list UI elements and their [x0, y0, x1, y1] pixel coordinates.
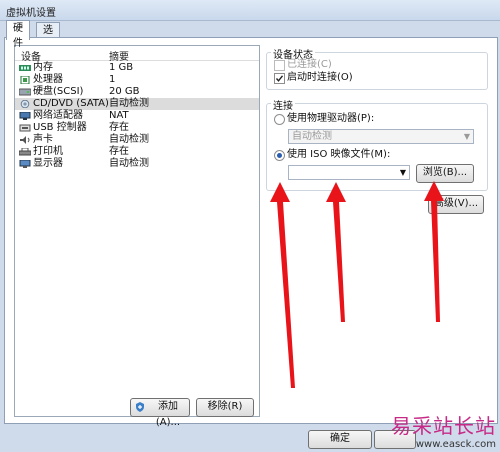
- watermark: 易采站长站 www.easck.com: [391, 410, 496, 450]
- tab-hardware[interactable]: 硬件: [6, 20, 30, 49]
- watermark-logo-text: 易采站长站: [391, 414, 496, 438]
- red-arrow-1: [270, 182, 295, 388]
- annotation-arrows: [270, 181, 444, 388]
- red-arrow-3: [424, 181, 444, 322]
- red-arrow-2: [326, 182, 346, 322]
- watermark-url: www.easck.com: [415, 439, 496, 450]
